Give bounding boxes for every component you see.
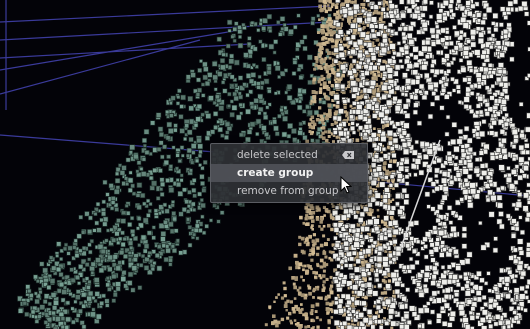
backspace-icon: [342, 151, 354, 159]
context-menu: delete selected create group remove from…: [210, 143, 368, 203]
3d-viewport[interactable]: delete selected create group remove from…: [0, 0, 530, 329]
menu-item-delete-selected[interactable]: delete selected: [211, 146, 367, 164]
menu-item-label: delete selected: [237, 149, 318, 161]
menu-item-remove-from-group[interactable]: remove from group: [211, 182, 367, 200]
menu-item-create-group[interactable]: create group: [211, 164, 367, 182]
menu-item-label: create group: [237, 167, 314, 179]
menu-item-label: remove from group: [237, 185, 339, 197]
